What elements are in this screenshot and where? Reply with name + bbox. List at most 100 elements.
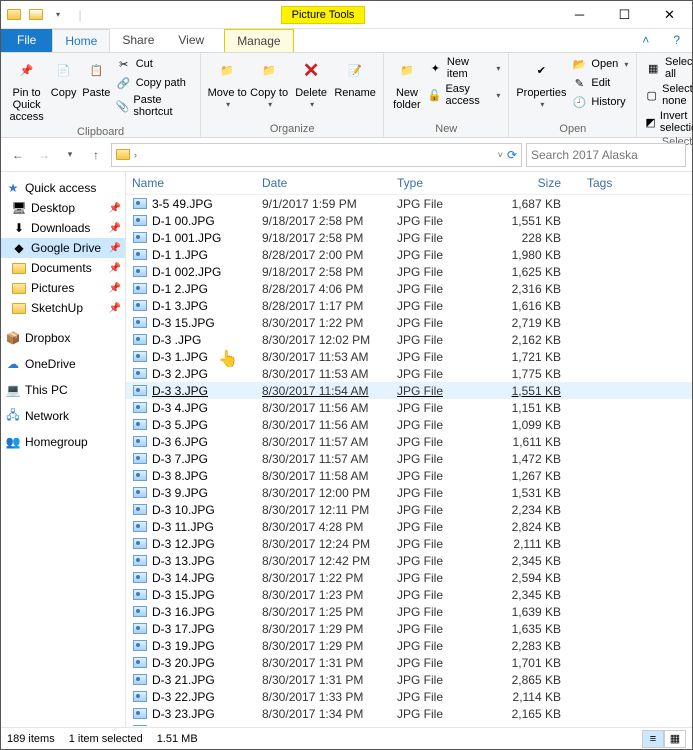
file-row[interactable]: D-1 2.JPG8/28/2017 4:06 PMJPG File2,316 … xyxy=(126,280,692,297)
details-view-button[interactable]: ≡ xyxy=(642,730,664,748)
file-row[interactable]: D-3 22.JPG8/30/2017 1:33 PMJPG File2,114… xyxy=(126,688,692,705)
edit-button[interactable]: ✎Edit xyxy=(569,74,630,92)
qat-dropdown-icon[interactable]: ▾ xyxy=(49,6,67,24)
refresh-icon[interactable]: ⟳ xyxy=(507,148,517,162)
file-row[interactable]: 3-5 49.JPG9/1/2017 1:59 PMJPG File1,687 … xyxy=(126,195,692,212)
file-name: D-3 1.JPG xyxy=(152,350,208,364)
open-button[interactable]: 📂Open▾ xyxy=(569,55,630,73)
forward-button[interactable]: → xyxy=(33,144,55,166)
copy-button[interactable]: 📄 Copy xyxy=(48,55,79,101)
copy-path-button[interactable]: 🔗Copy path xyxy=(114,74,194,92)
tab-manage[interactable]: Manage xyxy=(224,29,293,52)
file-row[interactable]: D-3 23.JPG8/30/2017 1:34 PMJPG File2,165… xyxy=(126,705,692,722)
file-type: JPG File xyxy=(397,214,497,228)
tab-home[interactable]: Home xyxy=(52,29,110,52)
file-row[interactable]: D-3 2.JPG8/30/2017 11:53 AMJPG File1,775… xyxy=(126,365,692,382)
file-row[interactable]: D-3 21.JPG8/30/2017 1:31 PMJPG File2,865… xyxy=(126,671,692,688)
file-row[interactable]: D-3 .JPG8/30/2017 12:02 PMJPG File2,162 … xyxy=(126,331,692,348)
close-button[interactable]: ✕ xyxy=(647,1,692,29)
sidebar-root-onedrive[interactable]: ☁OneDrive xyxy=(1,354,125,374)
file-type: JPG File xyxy=(397,248,497,262)
sidebar-item-desktop[interactable]: 🖥Desktop📌 xyxy=(1,198,125,218)
column-headers[interactable]: Name Date Type Size Tags xyxy=(126,172,692,195)
breadcrumb-chevron-icon[interactable]: › xyxy=(134,150,137,160)
sidebar-item-google-drive[interactable]: ◆Google Drive📌 xyxy=(1,238,125,258)
sidebar-item-documents[interactable]: Documents📌 xyxy=(1,258,125,278)
image-file-icon xyxy=(132,418,148,431)
ribbon-collapse-icon[interactable]: ˄ xyxy=(630,29,661,52)
minimize-button[interactable]: ─ xyxy=(557,1,602,29)
new-item-button[interactable]: ✦New item▾ xyxy=(426,55,503,81)
col-name[interactable]: Name xyxy=(132,176,262,190)
up-button[interactable]: ↑ xyxy=(85,144,107,166)
file-row[interactable]: D-3 1.JPG8/30/2017 11:53 AMJPG File1,721… xyxy=(126,348,692,365)
breadcrumb-dropdown-icon[interactable]: ˅ xyxy=(498,150,503,160)
file-row[interactable]: D-3 13.JPG8/30/2017 12:42 PMJPG File2,34… xyxy=(126,552,692,569)
back-button[interactable]: ← xyxy=(7,144,29,166)
file-row[interactable]: D-3 19.JPG8/30/2017 1:29 PMJPG File2,283… xyxy=(126,637,692,654)
recent-dropdown[interactable]: ▾ xyxy=(59,144,81,166)
address-bar: ← → ▾ ↑ › ˅ ⟳ Search 2017 Alaska xyxy=(1,138,692,172)
delete-button[interactable]: ✕Delete▾ xyxy=(291,55,331,112)
qat-properties-icon[interactable] xyxy=(27,6,45,24)
file-row[interactable]: D-1 002.JPG9/18/2017 2:58 PMJPG File1,62… xyxy=(126,263,692,280)
sidebar-item-pictures[interactable]: Pictures📌 xyxy=(1,278,125,298)
copy-to-button[interactable]: 📁Copy to▾ xyxy=(249,55,289,112)
search-input[interactable]: Search 2017 Alaska xyxy=(526,143,686,167)
file-row[interactable]: D-3 17.JPG8/30/2017 1:29 PMJPG File1,635… xyxy=(126,620,692,637)
tab-file[interactable]: File xyxy=(1,29,52,52)
file-list[interactable]: 3-5 49.JPG9/1/2017 1:59 PMJPG File1,687 … xyxy=(126,195,692,726)
file-row[interactable]: D-1 001.JPG9/18/2017 2:58 PMJPG File228 … xyxy=(126,229,692,246)
history-button[interactable]: 🕘History xyxy=(569,93,630,111)
sidebar-item-downloads[interactable]: ⬇Downloads📌 xyxy=(1,218,125,238)
file-row[interactable]: D-3 9.JPG8/30/2017 12:00 PMJPG File1,531… xyxy=(126,484,692,501)
sidebar-root-homegroup[interactable]: 👥Homegroup xyxy=(1,432,125,452)
file-row[interactable]: D-1 00.JPG9/18/2017 2:58 PMJPG File1,551… xyxy=(126,212,692,229)
file-row[interactable]: D-3 14.JPG8/30/2017 1:22 PMJPG File2,594… xyxy=(126,569,692,586)
pin-quick-access-button[interactable]: 📌 Pin to Quick access xyxy=(7,55,46,125)
file-row[interactable]: D-3 20.JPG8/30/2017 1:31 PMJPG File1,701… xyxy=(126,654,692,671)
col-type[interactable]: Type xyxy=(397,176,497,190)
rename-button[interactable]: 📝Rename xyxy=(333,55,377,101)
sidebar-quick-access[interactable]: ★ Quick access xyxy=(1,178,125,198)
file-row[interactable]: D-3 16.JPG8/30/2017 1:25 PMJPG File1,639… xyxy=(126,603,692,620)
file-row[interactable]: D-3 6.JPG8/30/2017 11:57 AMJPG File1,611… xyxy=(126,433,692,450)
file-row[interactable]: D-1 3.JPG8/28/2017 1:17 PMJPG File1,616 … xyxy=(126,297,692,314)
maximize-button[interactable]: ☐ xyxy=(602,1,647,29)
file-row[interactable]: D-1 1.JPG8/28/2017 2:00 PMJPG File1,980 … xyxy=(126,246,692,263)
tab-share[interactable]: Share xyxy=(110,29,166,52)
paste-shortcut-button[interactable]: 📎Paste shortcut xyxy=(114,93,194,119)
invert-selection-button[interactable]: ◩Invert selection xyxy=(643,109,693,135)
col-tags[interactable]: Tags xyxy=(587,176,692,190)
move-to-button[interactable]: 📁Move to▾ xyxy=(207,55,247,112)
select-none-button[interactable]: ▢Select none xyxy=(643,82,693,108)
file-row[interactable]: D-3 15.JPG8/30/2017 1:22 PMJPG File2,719… xyxy=(126,314,692,331)
select-all-button[interactable]: ▦Select all xyxy=(643,55,693,81)
file-row[interactable]: D-3 8.JPG8/30/2017 11:58 AMJPG File1,267… xyxy=(126,467,692,484)
sidebar-root-dropbox[interactable]: 📦Dropbox xyxy=(1,328,125,348)
file-row[interactable]: D-3 12.JPG8/30/2017 12:24 PMJPG File2,11… xyxy=(126,535,692,552)
file-size: 1,687 KB xyxy=(497,197,587,211)
file-row[interactable]: D-3 24.JPG8/30/2017 1:35 PMJPG File2,791… xyxy=(126,722,692,726)
sidebar-root-this-pc[interactable]: 💻This PC xyxy=(1,380,125,400)
file-row[interactable]: D-3 15.JPG8/30/2017 1:23 PMJPG File2,345… xyxy=(126,586,692,603)
properties-button[interactable]: ✔Properties▾ xyxy=(515,55,567,112)
tab-view[interactable]: View xyxy=(166,29,216,52)
col-size[interactable]: Size xyxy=(497,176,587,190)
file-row[interactable]: D-3 4.JPG8/30/2017 11:56 AMJPG File1,151… xyxy=(126,399,692,416)
file-row[interactable]: D-3 5.JPG8/30/2017 11:56 AMJPG File1,099… xyxy=(126,416,692,433)
breadcrumb[interactable]: › ˅ ⟳ xyxy=(111,143,522,167)
help-icon[interactable]: ? xyxy=(661,29,692,52)
file-row[interactable]: D-3 7.JPG8/30/2017 11:57 AMJPG File1,472… xyxy=(126,450,692,467)
easy-access-button[interactable]: 🔓Easy access▾ xyxy=(426,82,503,108)
file-row[interactable]: D-3 11.JPG8/30/2017 4:28 PMJPG File2,824… xyxy=(126,518,692,535)
sidebar-item-sketchup[interactable]: SketchUp📌 xyxy=(1,298,125,318)
thumbnails-view-button[interactable]: ▦ xyxy=(664,730,686,748)
cut-button[interactable]: ✂Cut xyxy=(114,55,194,73)
file-row[interactable]: D-3 10.JPG8/30/2017 12:11 PMJPG File2,23… xyxy=(126,501,692,518)
col-date[interactable]: Date xyxy=(262,176,397,190)
new-folder-button[interactable]: 📁New folder xyxy=(390,55,424,113)
paste-button[interactable]: 📋 Paste xyxy=(81,55,112,101)
file-row[interactable]: D-3 3.JPG8/30/2017 11:54 AMJPG File1,551… xyxy=(126,382,692,399)
sidebar-root-network[interactable]: 🖧Network xyxy=(1,406,125,426)
